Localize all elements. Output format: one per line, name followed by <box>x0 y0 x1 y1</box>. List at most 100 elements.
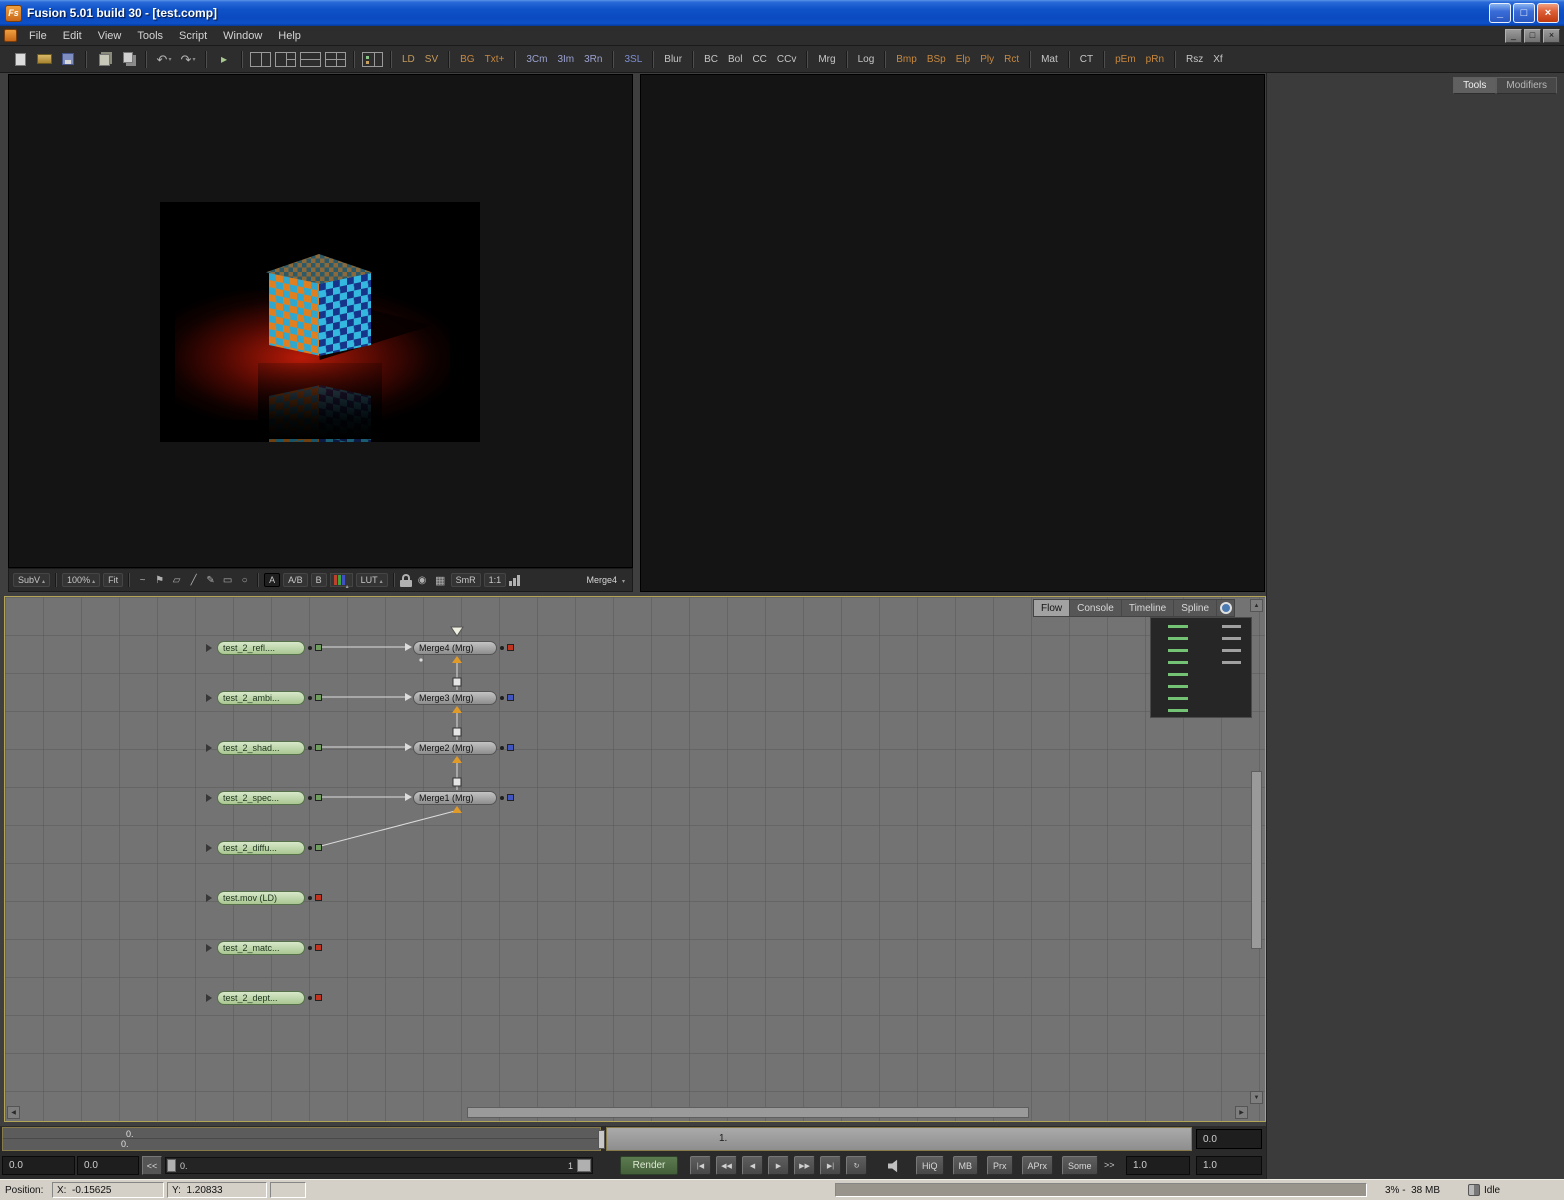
lock-icon[interactable] <box>400 574 412 587</box>
mdi-minimize-button[interactable]: _ <box>1505 29 1522 43</box>
menu-window[interactable]: Window <box>215 30 270 42</box>
one-to-one-button[interactable]: 1:1 <box>484 573 507 587</box>
menu-help[interactable]: Help <box>270 30 309 42</box>
tool-bg[interactable]: BG <box>456 54 478 65</box>
tool-ld[interactable]: LD <box>398 54 419 65</box>
tool-mrg[interactable]: Mrg <box>814 54 839 65</box>
scroll-down-icon[interactable] <box>1250 1091 1263 1104</box>
right-viewer[interactable] <box>640 74 1265 592</box>
rectangle-icon[interactable]: ▭ <box>220 575 235 586</box>
menu-edit[interactable]: Edit <box>55 30 90 42</box>
save-comp-button[interactable] <box>58 49 78 69</box>
timeline-range-right[interactable]: 1. <box>606 1127 1192 1151</box>
tool-log[interactable]: Log <box>854 54 879 65</box>
polyline-icon[interactable]: ▱ <box>169 575 184 586</box>
scroll-right-icon[interactable] <box>1235 1106 1248 1119</box>
timeline-value-field[interactable]: 0.0 <box>1196 1129 1262 1149</box>
render-button[interactable]: Render <box>620 1156 678 1175</box>
tool-rsz[interactable]: Rsz <box>1182 54 1207 65</box>
flow-node-merge[interactable]: Merge2 (Mrg) <box>413 740 514 755</box>
mdi-restore-button[interactable]: □ <box>1524 29 1541 43</box>
line-icon[interactable]: ╱ <box>186 575 201 586</box>
menu-view[interactable]: View <box>90 30 130 42</box>
flow-node-loader[interactable]: test_2_refl.... <box>206 640 322 655</box>
flow-node-loader[interactable]: test.mov (LD) <box>206 890 322 905</box>
layout-three-pane-button[interactable] <box>275 49 296 69</box>
slider-right-handle[interactable] <box>577 1159 591 1172</box>
vscroll-thumb[interactable] <box>1251 771 1262 949</box>
window-titlebar[interactable]: Fs Fusion 5.01 build 30 - [test.comp] _ … <box>0 0 1564 26</box>
copy-button[interactable] <box>118 49 138 69</box>
current-time-slider[interactable]: 0. 1 <box>165 1157 593 1174</box>
layout-bottom-split-button[interactable] <box>300 49 321 69</box>
time-start-field[interactable]: 0.0 <box>2 1156 75 1175</box>
tool-cc[interactable]: CC <box>748 54 770 65</box>
panel-tab-tools[interactable]: Tools <box>1453 77 1496 94</box>
mdi-close-button[interactable]: × <box>1543 29 1560 43</box>
menu-script[interactable]: Script <box>171 30 215 42</box>
aprx-toggle[interactable]: APrx <box>1022 1156 1054 1175</box>
some-toggle[interactable]: Some <box>1062 1156 1098 1175</box>
minimize-button[interactable]: _ <box>1489 3 1511 23</box>
smooth-resize-button[interactable]: SmR <box>451 573 481 587</box>
menu-file[interactable]: File <box>21 30 55 42</box>
tool-bmp[interactable]: Bmp <box>892 54 921 65</box>
tool-ccv[interactable]: CCv <box>773 54 800 65</box>
flow-tab-flow[interactable]: Flow <box>1034 600 1070 616</box>
loop-button[interactable]: ↻ <box>846 1156 867 1175</box>
tool-elp[interactable]: Elp <box>952 54 974 65</box>
flow-tab-spline[interactable]: Spline <box>1174 600 1217 616</box>
redo-button[interactable]: ↷▾ <box>178 49 198 69</box>
tool-bsp[interactable]: BSp <box>923 54 950 65</box>
left-viewer[interactable] <box>8 74 633 568</box>
tool-bol[interactable]: Bol <box>724 54 746 65</box>
tool-bc[interactable]: BC <box>700 54 722 65</box>
levels-icon[interactable] <box>509 574 520 586</box>
play-reverse-button[interactable]: ◀ <box>742 1156 763 1175</box>
flow-node-loader[interactable]: test_2_shad... <box>206 740 322 755</box>
curve-icon[interactable]: ~ <box>135 575 150 586</box>
rgb-channels-icon[interactable] <box>330 573 353 587</box>
first-frame-button[interactable]: |◀ <box>690 1156 711 1175</box>
flow-node-loader[interactable]: test_2_diffu... <box>206 840 322 855</box>
flow-node-merge[interactable]: Merge3 (Mrg) <box>413 690 514 705</box>
play-script-button[interactable]: ▸ <box>214 49 234 69</box>
undo-button[interactable]: ↶▾ <box>154 49 174 69</box>
layout-grid-button[interactable] <box>325 49 346 69</box>
open-comp-button[interactable] <box>34 49 54 69</box>
scroll-left-icon[interactable] <box>7 1106 20 1119</box>
tool-xf[interactable]: Xf <box>1209 54 1226 65</box>
audio-icon[interactable] <box>888 1159 906 1173</box>
tool-prn[interactable]: pRn <box>1142 54 1168 65</box>
flow-editor[interactable]: test_2_refl.... test_2_ambi... test_2_shad… <box>4 596 1266 1122</box>
tool-3sl[interactable]: 3SL <box>620 54 646 65</box>
zoom-level-button[interactable]: 100% <box>62 573 100 587</box>
close-button[interactable]: × <box>1537 3 1559 23</box>
play-forward-button[interactable]: ▶ <box>768 1156 789 1175</box>
tool-pem[interactable]: pEm <box>1111 54 1140 65</box>
update-icon[interactable] <box>415 575 430 586</box>
flow-vertical-scrollbar[interactable] <box>1250 599 1263 1104</box>
fit-button[interactable]: Fit <box>103 573 123 587</box>
flow-navigator[interactable] <box>1150 617 1252 718</box>
checker-underlay-icon[interactable] <box>433 574 448 587</box>
flow-node-loader[interactable]: test_2_ambi... <box>206 690 322 705</box>
lut-button[interactable]: LUT <box>356 573 388 587</box>
hiq-toggle[interactable]: HiQ <box>916 1156 944 1175</box>
hscroll-thumb[interactable] <box>467 1107 1029 1118</box>
tool-3cm[interactable]: 3Cm <box>522 54 551 65</box>
prx-toggle[interactable]: Prx <box>987 1156 1013 1175</box>
ellipse-icon[interactable]: ○ <box>237 575 252 586</box>
flow-horizontal-scrollbar[interactable] <box>7 1106 1248 1119</box>
viewed-node-selector[interactable]: Merge4 <box>586 575 628 585</box>
step-label[interactable]: >> <box>1104 1160 1115 1170</box>
maximize-button[interactable]: □ <box>1513 3 1535 23</box>
last-frame-button[interactable]: ▶| <box>820 1156 841 1175</box>
tool-ct[interactable]: CT <box>1076 54 1097 65</box>
flow-node-loader[interactable]: test_2_dept... <box>206 990 322 1005</box>
tool-txtplus[interactable]: Txt+ <box>481 54 509 65</box>
layout-two-vertical-button[interactable] <box>250 49 271 69</box>
tool-3im[interactable]: 3Im <box>553 54 578 65</box>
panel-tab-modifiers[interactable]: Modifiers <box>1496 77 1557 94</box>
view-ab-button[interactable]: A/B <box>283 573 308 587</box>
